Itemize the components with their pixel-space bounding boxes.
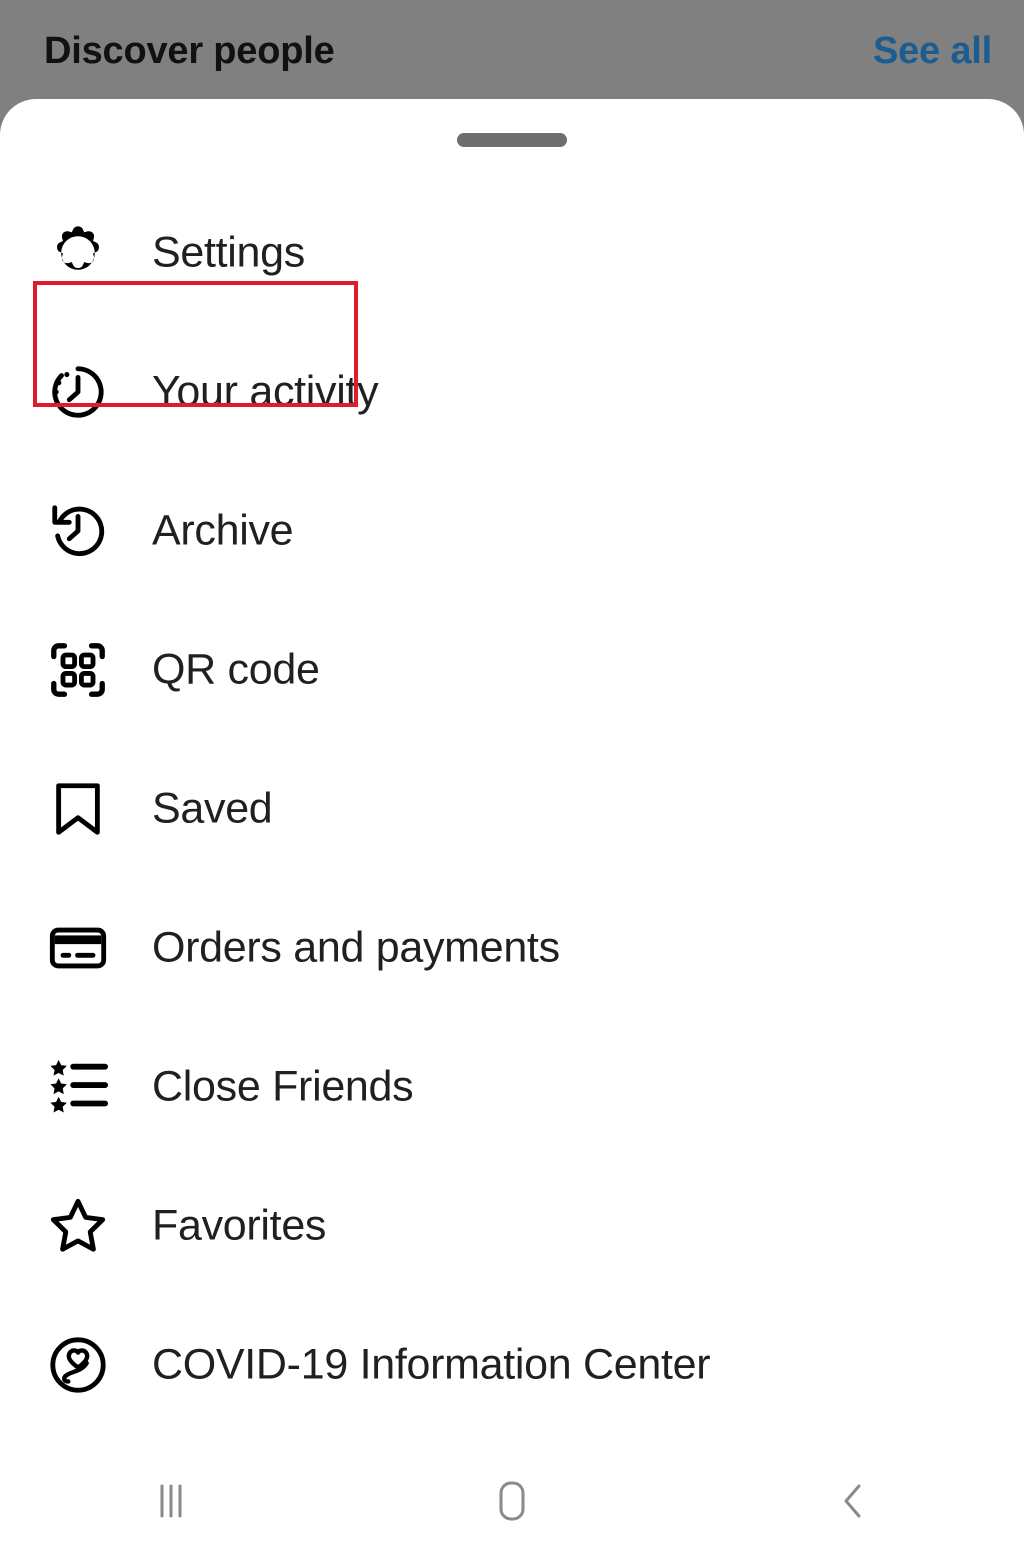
discover-people-header: Discover people See all xyxy=(0,0,1024,100)
star-list-icon xyxy=(47,1056,109,1118)
back-button[interactable] xyxy=(773,1438,933,1563)
credit-card-icon xyxy=(47,917,109,979)
menu-item-archive[interactable]: Archive xyxy=(0,461,1024,600)
home-button[interactable] xyxy=(432,1438,592,1563)
menu-item-label: Settings xyxy=(152,228,305,276)
chevron-left-icon xyxy=(830,1478,876,1524)
recents-button[interactable] xyxy=(91,1438,251,1563)
heart-circle-icon xyxy=(47,1334,109,1396)
menu-item-label: Close Friends xyxy=(152,1062,414,1110)
menu-item-settings[interactable]: Settings xyxy=(0,183,1024,322)
menu-list: Settings Your activity Archive QR code S… xyxy=(0,183,1024,1434)
menu-item-label: Orders and payments xyxy=(152,923,560,971)
qr-code-icon xyxy=(47,639,109,701)
system-navigation-bar xyxy=(0,1438,1024,1563)
menu-item-close-friends[interactable]: Close Friends xyxy=(0,1017,1024,1156)
recents-icon xyxy=(148,1478,194,1524)
bottom-sheet: Settings Your activity Archive QR code S… xyxy=(0,99,1024,1563)
menu-item-saved[interactable]: Saved xyxy=(0,739,1024,878)
star-outline-icon xyxy=(47,1195,109,1257)
phone-screen: Discover people See all Settings Your ac… xyxy=(0,0,1024,1563)
page-title: Discover people xyxy=(44,30,335,72)
menu-item-label: QR code xyxy=(152,645,320,693)
menu-item-label: Archive xyxy=(152,506,294,554)
menu-item-label: Favorites xyxy=(152,1201,327,1249)
home-icon xyxy=(486,1475,538,1527)
bookmark-icon xyxy=(47,778,109,840)
menu-item-label: COVID-19 Information Center xyxy=(152,1340,711,1388)
menu-item-label: Your activity xyxy=(152,367,379,415)
menu-item-favorites[interactable]: Favorites xyxy=(0,1156,1024,1295)
clock-activity-icon xyxy=(47,361,109,423)
gear-icon xyxy=(47,222,109,284)
menu-item-covid-19-information-center[interactable]: COVID-19 Information Center xyxy=(0,1295,1024,1434)
menu-item-orders-and-payments[interactable]: Orders and payments xyxy=(0,878,1024,1017)
sheet-drag-handle[interactable] xyxy=(457,133,567,147)
menu-item-label: Saved xyxy=(152,784,273,832)
clock-back-arrow-icon xyxy=(47,500,109,562)
menu-item-qr-code[interactable]: QR code xyxy=(0,600,1024,739)
menu-item-your-activity[interactable]: Your activity xyxy=(0,322,1024,461)
see-all-link[interactable]: See all xyxy=(873,30,992,73)
